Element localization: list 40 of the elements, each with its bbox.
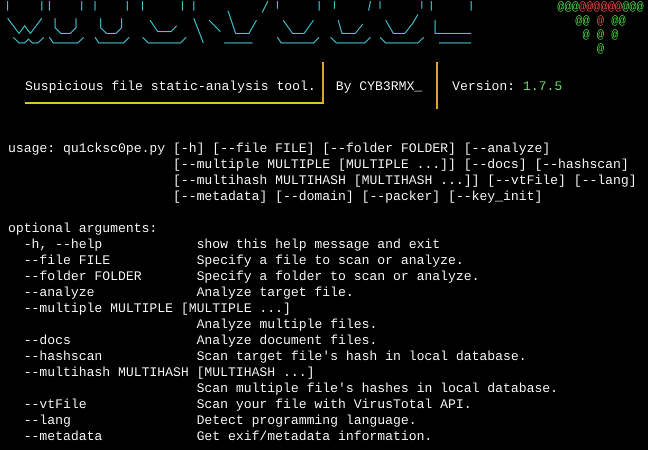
option-name: --metadata	[24, 429, 102, 444]
logo-glyphs: @@@	[557, 0, 579, 14]
usage-prefix: usage: qu1cksc0pe.py	[8, 141, 166, 156]
logo-glyphs: @ @ @	[582, 28, 618, 42]
logo-glyphs: @	[596, 42, 604, 56]
section-heading: optional arguments:	[8, 221, 158, 236]
option-description: Specify a folder to scan or analyze.	[196, 269, 480, 284]
usage-line: [--multihash MULTIHASH [MULTIHASH ...]] [--vtFile] [--lang]	[173, 173, 637, 188]
version-number: 1.7.5	[522, 79, 562, 95]
option-name: --multihash MULTIHASH [MULTIHASH ...]	[24, 365, 314, 380]
logo-glyphs: @@	[575, 14, 591, 28]
option-description: Analyze target file.	[196, 285, 354, 300]
option-name: --multiple MULTIPLE [MULTIPLE ...]	[24, 301, 291, 316]
option-name: -h, --help	[24, 237, 102, 252]
logo-glyphs: @	[596, 14, 604, 28]
option-description: show this help message and exit	[196, 237, 440, 252]
usage-line: [-h] [--file FILE] [--folder FOLDER] [--analyze]	[173, 141, 550, 156]
option-description: Detect programming language.	[196, 413, 417, 428]
option-description: Analyze document files.	[196, 333, 378, 348]
version-label: Version:	[452, 79, 516, 95]
logo-glyphs: @@@@@@	[578, 0, 622, 14]
option-description: Scan multiple file's hashes in local database.	[196, 381, 558, 396]
logo-glyphs: @@	[610, 14, 626, 28]
option-description: Scan your file with VirusTotal API.	[196, 397, 472, 412]
author-text: By CYB3RMX_	[324, 62, 438, 109]
option-description: Analyze multiple files.	[196, 317, 378, 332]
option-name: --analyze	[24, 285, 94, 300]
option-name: --vtFile	[24, 397, 87, 412]
option-description: Get exif/metadata information.	[196, 429, 432, 444]
option-name: --hashscan	[24, 349, 102, 364]
option-description: Scan target file's hash in local database.	[196, 349, 527, 364]
usage-line: [--multiple MULTIPLE [MULTIPLE ...]] [--docs] [--hashscan]	[173, 157, 629, 172]
option-name: --docs	[24, 333, 71, 348]
option-description: Specify a file to scan or analyze.	[196, 253, 464, 268]
option-name: --folder FOLDER	[24, 269, 142, 284]
tagline: Suspicious file static-analysis tool.	[25, 62, 324, 104]
logo-glyphs: @@@	[622, 0, 644, 14]
usage-line: [--metadata] [--domain] [--packer] [--key_init]	[173, 189, 542, 204]
option-name: --file FILE	[24, 253, 110, 268]
option-name: --lang	[24, 413, 71, 428]
